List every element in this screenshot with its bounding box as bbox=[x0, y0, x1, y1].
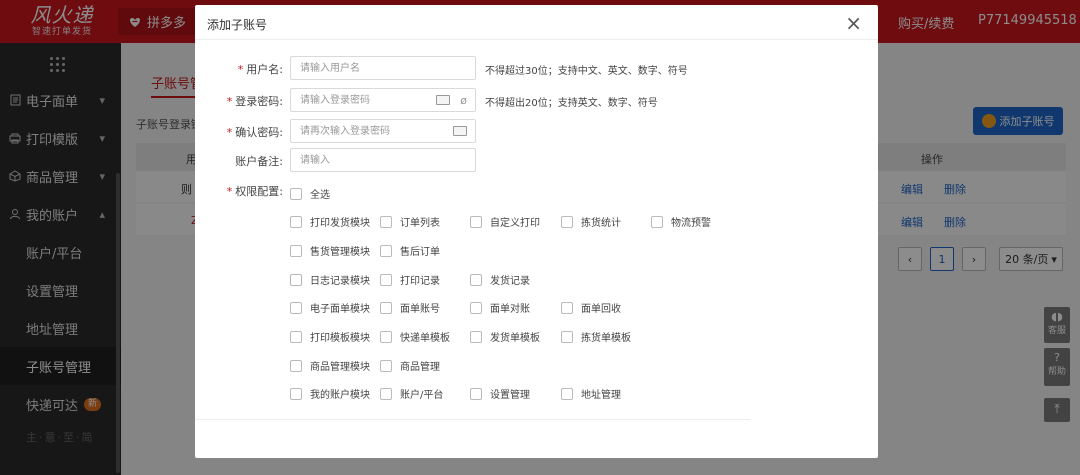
checkbox-box[interactable] bbox=[470, 215, 482, 228]
permission-checkbox[interactable]: 打印记录 bbox=[380, 272, 440, 287]
permission-label: 拣货单模板 bbox=[581, 333, 631, 344]
checkbox-box[interactable] bbox=[380, 359, 392, 372]
checkbox-box[interactable] bbox=[290, 330, 302, 343]
permission-checkbox[interactable]: 商品管理 bbox=[380, 358, 440, 373]
password-field[interactable]: ø bbox=[290, 88, 476, 112]
confirm-password-field[interactable] bbox=[290, 119, 476, 143]
permission-label: 地址管理 bbox=[581, 390, 621, 401]
username-input[interactable] bbox=[291, 57, 475, 79]
checkbox-box[interactable] bbox=[470, 273, 482, 286]
checkbox-box[interactable] bbox=[290, 244, 302, 257]
checkbox-box[interactable] bbox=[380, 387, 392, 400]
permission-label: 账户/平台 bbox=[400, 390, 444, 401]
checkbox-box[interactable] bbox=[470, 330, 482, 343]
permission-checkbox[interactable]: 售后订单 bbox=[380, 243, 440, 258]
permission-checkbox[interactable]: 发货单模板 bbox=[470, 329, 540, 344]
permission-label: 日志记录模块 bbox=[310, 276, 370, 287]
permission-checkbox[interactable]: 订单列表 bbox=[380, 214, 440, 229]
permission-label: 面单对账 bbox=[490, 304, 530, 315]
close-icon[interactable]: × bbox=[845, 11, 862, 35]
permission-label: 打印记录 bbox=[400, 276, 440, 287]
dialog-footer-divider bbox=[195, 419, 750, 420]
permission-checkbox[interactable]: 面单回收 bbox=[561, 300, 621, 315]
permission-label: 我的账户模块 bbox=[310, 390, 370, 401]
username-hint: 不得超过30位；支持中文、英文、数字、符号 bbox=[485, 66, 688, 77]
permission-label: 打印发货模块 bbox=[310, 218, 370, 229]
checkbox-box[interactable] bbox=[380, 244, 392, 257]
permission-label: 商品管理模块 bbox=[310, 362, 370, 373]
permission-checkbox[interactable]: 拣货统计 bbox=[561, 214, 621, 229]
checkbox-select-all[interactable]: 全选 bbox=[290, 186, 330, 201]
remark-input[interactable] bbox=[291, 149, 475, 171]
checkbox-box[interactable] bbox=[470, 301, 482, 314]
permission-label: 售货管理模块 bbox=[310, 247, 370, 258]
permission-checkbox[interactable]: 拣货单模板 bbox=[561, 329, 631, 344]
checkbox-box[interactable] bbox=[561, 330, 573, 343]
confirm-password-label: * 确认密码: bbox=[226, 126, 283, 139]
permission-checkbox[interactable]: 商品管理模块 bbox=[290, 358, 370, 373]
dialog-divider bbox=[195, 39, 878, 40]
permission-checkbox[interactable]: 面单对账 bbox=[470, 300, 530, 315]
permission-label: 物流预警 bbox=[671, 218, 711, 229]
checkbox-box[interactable] bbox=[380, 301, 392, 314]
permission-label: 订单列表 bbox=[400, 218, 440, 229]
confirm-password-input[interactable] bbox=[291, 120, 475, 142]
permission-label: 拣货统计 bbox=[581, 218, 621, 229]
checkbox-box[interactable] bbox=[561, 301, 573, 314]
permission-checkbox[interactable]: 发货记录 bbox=[470, 272, 530, 287]
password-label: * 登录密码: bbox=[226, 95, 283, 108]
checkbox-box[interactable] bbox=[290, 215, 302, 228]
checkbox-box[interactable] bbox=[290, 387, 302, 400]
checkbox-box[interactable] bbox=[290, 301, 302, 314]
checkbox-box[interactable] bbox=[380, 273, 392, 286]
checkbox-box[interactable] bbox=[651, 215, 663, 228]
username-label: * 用户名: bbox=[237, 63, 283, 76]
permission-label: 售后订单 bbox=[400, 247, 440, 258]
permission-label: 打印模板模块 bbox=[310, 333, 370, 344]
permissions-label: * 权限配置: bbox=[226, 185, 283, 198]
permission-label: 面单账号 bbox=[400, 304, 440, 315]
permission-checkbox[interactable]: 打印发货模块 bbox=[290, 214, 370, 229]
permission-label: 快递单模板 bbox=[400, 333, 450, 344]
permission-checkbox[interactable]: 售货管理模块 bbox=[290, 243, 370, 258]
checkbox-box[interactable] bbox=[290, 273, 302, 286]
password-hint: 不得超出20位；支持英文、数字、符号 bbox=[485, 98, 658, 109]
checkbox-box[interactable] bbox=[561, 387, 573, 400]
checkbox-box[interactable] bbox=[470, 387, 482, 400]
permission-checkbox[interactable]: 面单账号 bbox=[380, 300, 440, 315]
add-subaccount-dialog: 添加子账号 × *用户名: 不得超过30位；支持中文、英文、数字、符号 *登录密… bbox=[195, 5, 878, 458]
permission-label: 发货单模板 bbox=[490, 333, 540, 344]
checkbox-box[interactable] bbox=[290, 359, 302, 372]
permission-checkbox[interactable]: 设置管理 bbox=[470, 386, 530, 401]
permission-label: 发货记录 bbox=[490, 276, 530, 287]
permission-checkbox[interactable]: 日志记录模块 bbox=[290, 272, 370, 287]
permission-checkbox[interactable]: 我的账户模块 bbox=[290, 386, 370, 401]
permission-label: 自定义打印 bbox=[490, 218, 540, 229]
permission-label: 面单回收 bbox=[581, 304, 621, 315]
keyboard-icon[interactable] bbox=[436, 95, 450, 105]
permission-checkbox[interactable]: 物流预警 bbox=[651, 214, 711, 229]
remark-label: 账户备注: bbox=[235, 155, 283, 168]
checkbox-box[interactable] bbox=[380, 330, 392, 343]
username-field[interactable] bbox=[290, 56, 476, 80]
checkbox-box[interactable] bbox=[290, 187, 302, 200]
permission-label: 商品管理 bbox=[400, 362, 440, 373]
permission-checkbox[interactable]: 地址管理 bbox=[561, 386, 621, 401]
keyboard-icon[interactable] bbox=[453, 126, 467, 136]
permission-checkbox[interactable]: 账户/平台 bbox=[380, 386, 443, 401]
permission-checkbox[interactable]: 打印模板模块 bbox=[290, 329, 370, 344]
remark-field[interactable] bbox=[290, 148, 476, 172]
eye-off-icon[interactable]: ø bbox=[460, 94, 467, 107]
permission-label: 电子面单模块 bbox=[310, 304, 370, 315]
checkbox-box[interactable] bbox=[380, 215, 392, 228]
dialog-title: 添加子账号 bbox=[207, 18, 268, 32]
permission-checkbox[interactable]: 快递单模板 bbox=[380, 329, 450, 344]
checkbox-box[interactable] bbox=[561, 215, 573, 228]
permission-checkbox[interactable]: 电子面单模块 bbox=[290, 300, 370, 315]
permission-checkbox[interactable]: 自定义打印 bbox=[470, 214, 540, 229]
permission-label: 设置管理 bbox=[490, 390, 530, 401]
